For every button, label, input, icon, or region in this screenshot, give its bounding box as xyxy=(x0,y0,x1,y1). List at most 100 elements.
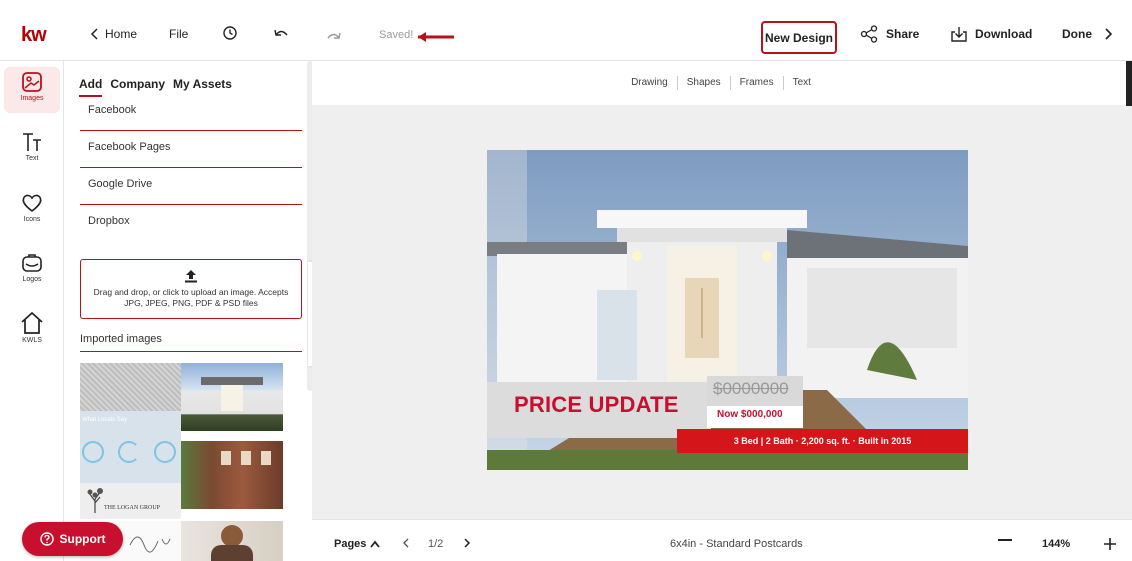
text-icon xyxy=(23,133,41,151)
done-label: Done xyxy=(1062,27,1092,41)
tab-add[interactable]: Add xyxy=(79,77,103,97)
chevron-up-icon xyxy=(370,540,381,548)
help-circle-icon xyxy=(39,532,54,546)
source-facebook[interactable]: Facebook xyxy=(80,98,302,131)
undo-icon xyxy=(274,29,288,36)
home-button[interactable]: Home xyxy=(89,27,137,41)
tool-frames[interactable]: Frames xyxy=(731,76,784,90)
thumb-circle-2 xyxy=(118,441,140,463)
format-label: 6x4in - Standard Postcards xyxy=(670,538,803,550)
thumb-window-2 xyxy=(241,451,251,465)
rail-item-kwls[interactable]: KWLS xyxy=(4,311,60,344)
saved-status: Saved! xyxy=(379,29,414,41)
upload-text: Drag and drop, or click to upload an ima… xyxy=(93,287,289,308)
thumb-logan-text: THE LOGAN GROUP xyxy=(104,505,160,511)
prev-page-button[interactable] xyxy=(402,538,410,548)
briefcase-icon xyxy=(22,254,42,272)
upload-icon xyxy=(185,270,197,283)
support-label: Support xyxy=(59,532,106,546)
source-dropbox[interactable]: Dropbox xyxy=(80,209,302,242)
support-button[interactable]: Support xyxy=(22,522,123,556)
bottom-bar: Pages 1/2 6x4in - Standard Postcards 144… xyxy=(312,519,1132,561)
zoom-out-button[interactable] xyxy=(998,538,1012,542)
thumb-entry xyxy=(221,385,243,411)
done-button[interactable]: Done xyxy=(1062,27,1114,41)
images-icon xyxy=(22,72,42,92)
page-indicator: 1/2 xyxy=(428,538,444,550)
top-bar: kw Home File Saved! New Design Share Dow… xyxy=(0,0,1132,61)
tree-icon xyxy=(87,488,103,513)
thumb-window-3 xyxy=(261,451,271,465)
headline-text[interactable]: PRICE UPDATE xyxy=(514,392,679,418)
chevron-right-icon xyxy=(1105,28,1113,40)
minus-icon xyxy=(998,539,1012,541)
upload-dropzone[interactable]: Drag and drop, or click to upload an ima… xyxy=(80,259,302,319)
canvas-scroll-edge xyxy=(1126,61,1132,106)
thumb-locals[interactable]: What Locals Say xyxy=(80,411,181,483)
tool-shapes[interactable]: Shapes xyxy=(678,76,731,90)
share-button[interactable]: Share xyxy=(860,25,919,43)
thumb-roof xyxy=(201,377,263,385)
history-icon xyxy=(223,26,237,40)
thumb-locals-text: What Locals Say xyxy=(82,417,128,423)
undo-button[interactable] xyxy=(273,27,289,39)
new-design-button[interactable]: New Design xyxy=(761,21,837,54)
images-panel: Add Company My Assets Facebook Facebook … xyxy=(64,61,313,561)
new-price-text[interactable]: Now $000,000 xyxy=(717,409,783,420)
thumb-window-1 xyxy=(221,451,231,465)
history-button[interactable] xyxy=(222,25,238,41)
thumb-pattern[interactable] xyxy=(80,363,181,411)
rail-item-images[interactable]: Images xyxy=(4,67,60,113)
thumb-portrait-body xyxy=(211,545,253,561)
rail-item-text[interactable]: Text xyxy=(4,131,60,162)
tab-company[interactable]: Company xyxy=(110,77,165,94)
panel-tabs: Add Company My Assets xyxy=(79,77,232,97)
chevron-right-icon xyxy=(464,538,471,548)
rail-label-images: Images xyxy=(20,95,44,102)
heart-icon xyxy=(22,194,42,213)
thumb-portrait[interactable] xyxy=(181,521,283,561)
thumb-portrait-head xyxy=(221,525,243,547)
kw-logo[interactable]: kw xyxy=(21,24,47,47)
tool-drawing[interactable]: Drawing xyxy=(622,76,678,90)
chevron-left-icon xyxy=(90,28,98,40)
redo-icon xyxy=(327,32,341,39)
editor-app: kw Home File Saved! New Design Share Dow… xyxy=(0,0,1132,561)
rail-label-icons: Icons xyxy=(23,216,41,223)
rail-label-logos: Logos xyxy=(22,276,42,283)
rail-label-text: Text xyxy=(25,155,39,162)
tool-text[interactable]: Text xyxy=(784,76,820,90)
imported-images-heading: Imported images xyxy=(80,333,302,352)
old-price-text[interactable]: $0000000 xyxy=(713,379,789,399)
tool-rail: Images Text Icons Logos KWLS xyxy=(0,61,64,561)
file-menu[interactable]: File xyxy=(169,27,188,41)
tab-my-assets[interactable]: My Assets xyxy=(173,77,232,94)
property-details-bar[interactable]: 3 Bed | 2 Bath · 2,200 sq. ft. · Built i… xyxy=(677,429,968,453)
thumb-logan-group[interactable]: THE LOGAN GROUP xyxy=(80,483,181,519)
source-facebook-pages[interactable]: Facebook Pages xyxy=(80,135,302,168)
thumb-circle-3 xyxy=(154,441,176,463)
postcard-design[interactable]: PRICE UPDATE $0000000 Now $000,000 3 Bed… xyxy=(487,150,968,470)
redo-button[interactable] xyxy=(326,29,342,41)
rail-item-logos[interactable]: Logos xyxy=(4,252,60,283)
house-icon xyxy=(21,311,43,334)
zoom-in-button[interactable] xyxy=(1104,538,1116,550)
rail-item-icons[interactable]: Icons xyxy=(4,192,60,223)
download-button[interactable]: Download xyxy=(950,25,1032,43)
rail-label-kwls: KWLS xyxy=(22,337,42,344)
share-label: Share xyxy=(886,27,920,41)
chevron-left-icon xyxy=(403,538,409,548)
thumb-house[interactable] xyxy=(181,363,283,431)
download-icon xyxy=(951,27,967,42)
zoom-level[interactable]: 144% xyxy=(1042,538,1070,550)
source-google-drive[interactable]: Google Drive xyxy=(80,172,302,205)
arrow-left-icon xyxy=(418,32,454,42)
pages-toggle[interactable]: Pages xyxy=(334,538,381,550)
home-label: Home xyxy=(105,27,138,41)
element-tools-bar: Drawing Shapes Frames Text xyxy=(312,61,1130,105)
share-icon xyxy=(860,25,878,43)
plus-icon xyxy=(1104,538,1116,550)
thumb-brownstone[interactable] xyxy=(181,441,283,509)
next-page-button[interactable] xyxy=(463,538,471,548)
pages-label: Pages xyxy=(334,538,367,550)
